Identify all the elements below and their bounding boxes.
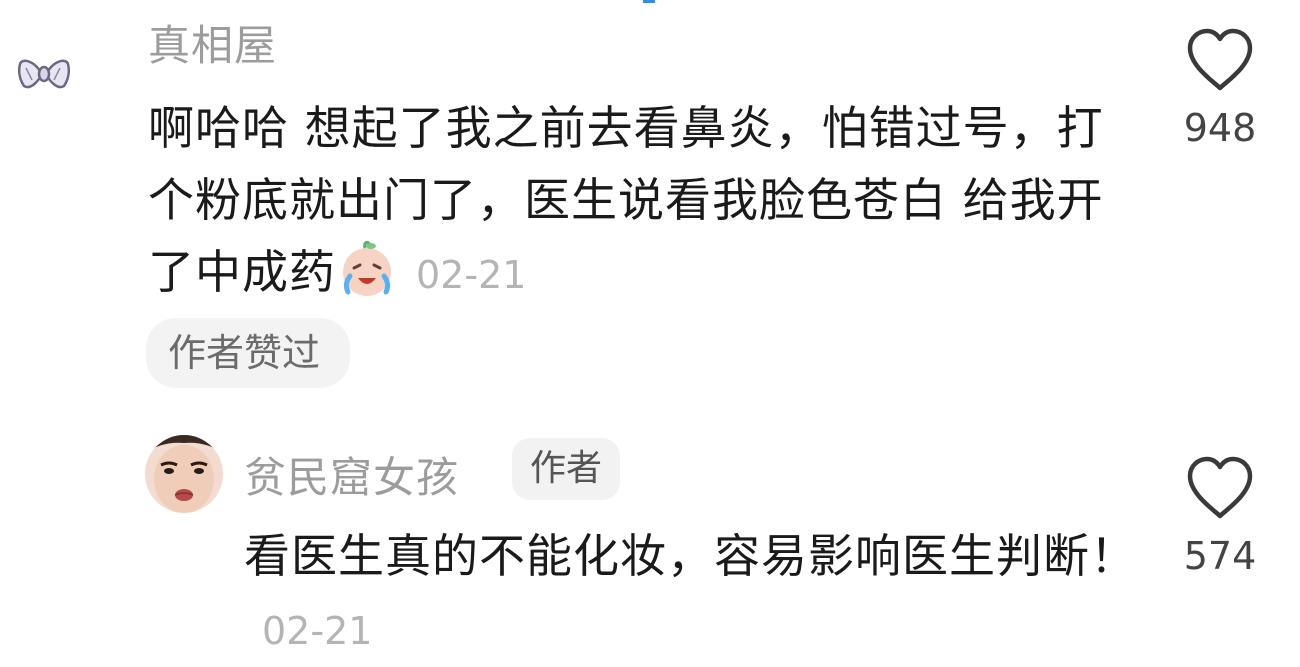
comment-timestamp: 02-21: [262, 609, 373, 653]
like-count: 948: [1183, 106, 1257, 150]
comment-text: 看医生真的不能化妆，容易影响医生判断！: [244, 529, 1137, 583]
like-count: 574: [1183, 534, 1257, 578]
heart-icon: [1187, 456, 1253, 519]
like-button[interactable]: 574: [1170, 454, 1270, 578]
comment-item: 真相屋 啊哈哈 想起了我之前去看鼻炎，怕错过号，打个粉底就出门了，医生说看我脸色…: [0, 0, 1300, 410]
comment-timestamp: 02-21: [416, 253, 527, 297]
username[interactable]: 贫民窟女孩: [244, 444, 459, 505]
like-button[interactable]: 948: [1170, 26, 1270, 150]
comment-text: 啊哈哈 想起了我之前去看鼻炎，怕错过号，打个粉底就出门了，医生说看我脸色苍白 给…: [148, 101, 1104, 299]
author-liked-tag: 作者赞过: [146, 318, 351, 388]
username[interactable]: 真相屋: [148, 12, 277, 73]
crying-laughing-face-emoji-icon: [343, 240, 391, 296]
comment-body: 看医生真的不能化妆，容易影响医生判断！ 02-21: [244, 520, 1144, 667]
bow-avatar-icon: [17, 59, 71, 89]
heart-icon: [1187, 28, 1253, 91]
user-avatar[interactable]: [12, 50, 76, 98]
user-avatar[interactable]: [145, 435, 223, 513]
comment-body: 啊哈哈 想起了我之前去看鼻炎，怕错过号，打个粉底就出门了，医生说看我脸色苍白 给…: [148, 92, 1108, 311]
face-avatar-icon: [145, 435, 223, 513]
author-badge: 作者: [512, 438, 621, 500]
